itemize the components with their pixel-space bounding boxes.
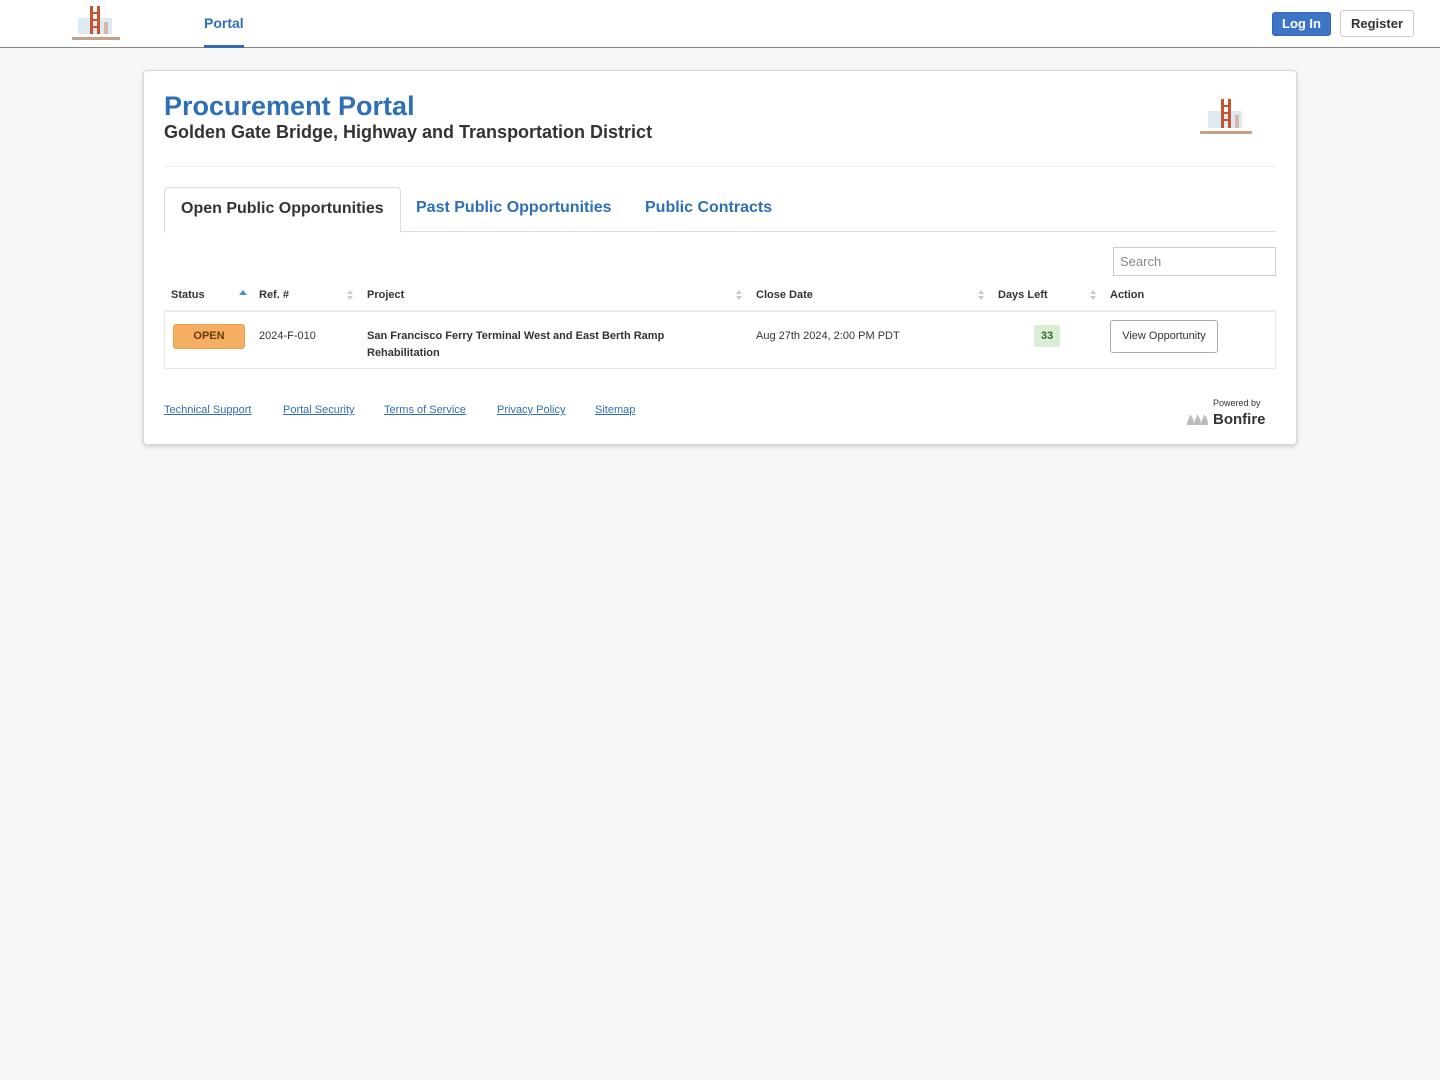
page-subtitle: Golden Gate Bridge, Highway and Transpor… <box>164 122 653 142</box>
column-header-days-left[interactable]: Days Left <box>998 289 1048 301</box>
bonfire-brand: Bonfire <box>1213 410 1266 428</box>
close-date: Aug 27th 2024, 2:00 PM PDT <box>756 330 900 342</box>
nav-portal[interactable]: Portal <box>204 0 244 48</box>
view-opportunity-button[interactable]: View Opportunity <box>1110 320 1218 353</box>
tab-past-opportunities[interactable]: Past Public Opportunities <box>400 187 628 232</box>
project-name: San Francisco Ferry Terminal West and Ea… <box>367 330 665 359</box>
bonfire-logo[interactable]: Bonfire <box>1186 410 1266 428</box>
tab-open-opportunities[interactable]: Open Public Opportunities <box>164 187 401 233</box>
search-input[interactable] <box>1113 247 1276 276</box>
column-header-close-date[interactable]: Close Date <box>756 289 813 301</box>
footer-link-privacy-policy[interactable]: Privacy Policy <box>497 404 565 416</box>
powered-by-label: Powered by <box>1213 398 1261 408</box>
page-title: Procurement Portal <box>164 91 415 121</box>
column-header-status[interactable]: Status <box>171 289 205 301</box>
days-left-badge: 33 <box>1034 325 1060 347</box>
golden-gate-logo <box>1196 95 1256 139</box>
table-row: OPEN 2024-F-010 San Francisco Ferry Term… <box>164 312 1276 369</box>
ref-number: 2024-F-010 <box>259 330 316 342</box>
footer-link-terms-of-service[interactable]: Terms of Service <box>384 404 466 416</box>
top-navbar: Portal Log In Register <box>0 0 1440 48</box>
golden-gate-logo[interactable] <box>68 4 124 44</box>
divider <box>164 166 1276 167</box>
column-header-ref[interactable]: Ref. # <box>259 289 289 301</box>
status-badge: OPEN <box>173 324 245 349</box>
footer-link-technical-support[interactable]: Technical Support <box>164 404 251 416</box>
portal-card: Procurement Portal Golden Gate Bridge, H… <box>143 70 1297 445</box>
sort-icon[interactable] <box>735 287 743 303</box>
column-header-project[interactable]: Project <box>367 289 404 301</box>
sort-ascending-icon[interactable] <box>239 287 247 303</box>
tab-bar: Open Public Opportunities Past Public Op… <box>164 187 1276 233</box>
footer-link-sitemap[interactable]: Sitemap <box>595 404 635 416</box>
column-header-action: Action <box>1110 289 1145 301</box>
register-button[interactable]: Register <box>1340 10 1414 37</box>
sort-icon[interactable] <box>346 287 354 303</box>
login-button[interactable]: Log In <box>1272 12 1331 36</box>
sort-icon[interactable] <box>1089 287 1097 303</box>
tab-public-contracts[interactable]: Public Contracts <box>629 187 788 232</box>
bonfire-flame-icon <box>1187 414 1208 425</box>
footer-link-portal-security[interactable]: Portal Security <box>283 404 355 416</box>
sort-icon[interactable] <box>977 287 985 303</box>
